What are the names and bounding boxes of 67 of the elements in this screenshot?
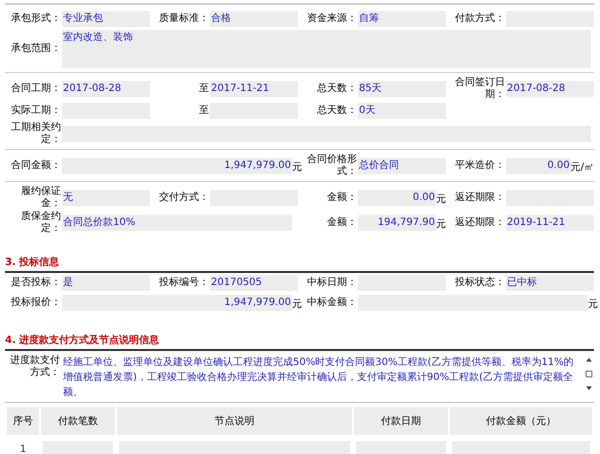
input-field[interactable]: 2019-11-21 [506,214,594,230]
table-cell-text: 1 [18,443,28,454]
input-field[interactable]: 是 [62,275,150,291]
field-label: 中标金额： [306,297,358,309]
field-label: 工期相关约定： [10,122,62,145]
amount-field[interactable]: 0.00 [358,190,436,206]
column-header: 付款日期 [354,407,448,435]
input-field[interactable]: 2017-08-28 [506,80,594,96]
column-header: 付款笔数 [41,407,115,435]
amount-field[interactable]: 1,947,979.00 [62,158,292,174]
field-label: 承包形式： [10,13,62,25]
field-label: 履约保证金： [20,186,62,209]
amount-field[interactable]: 1,947,979.00 [62,295,292,311]
field-label: 质量标准： [158,13,210,25]
amount-field[interactable]: 194,797.90 [358,214,436,230]
unit-label: 元/㎡ [570,160,594,174]
input-field[interactable]: 自筹 [358,11,446,27]
field-label: 是否投标： [10,277,62,289]
input-field[interactable]: 无 [62,190,150,206]
input-field[interactable]: 0天 [358,103,446,119]
field-label: 承包范围： [10,43,62,55]
column-header: 序号 [7,407,39,435]
field-label: 金额： [326,216,358,228]
field-label: 实际工期： [10,105,62,117]
input-field[interactable]: 专业承包 [62,11,150,27]
scrollbar-icon[interactable] [584,355,594,393]
section-title: 3. 投标信息 [5,255,594,273]
field-label: 合同价格形式： [306,154,358,177]
text-area[interactable]: 经施工单位、监理单位及建设单位确认工程进度完成50%时支付合同额30%工程款(乙方需提供等额、税率为11%的增值税普通发票)，工程竣工验收合格办理完决算并经审计确认后，支付审定额累计90%工程款(乙方需提供审定额全额、 [63,355,582,400]
field-label: 合同签订日期： [454,77,506,100]
field-label: 返还期限： [454,216,506,228]
field-label: 资金来源： [306,13,358,25]
field-label: 付款方式： [454,13,506,25]
column-header: 付款金额（元） [450,407,592,435]
input-field[interactable]: 合同总价款10% [62,214,292,230]
unit-label: 元 [436,218,446,230]
column-header: 节点说明 [117,407,352,435]
field-label: 至 [198,82,210,94]
unit-label: 元 [588,298,598,311]
section-title: 4. 进度款支付方式及节点说明信息 [5,333,594,351]
input-field[interactable]: 85天 [358,80,446,96]
field-label: 总天数： [316,105,358,117]
field-label: 平米造价： [454,160,506,172]
input-field[interactable]: 2017-11-21 [210,80,298,96]
amount-field[interactable]: 0.00 [506,158,571,174]
input-field[interactable]: 合格 [210,11,298,27]
input-field[interactable]: 已中标 [506,275,594,291]
field-label: 合同工期： [10,82,62,94]
field-label: 投标状态： [454,277,506,289]
field-label: 中标日期： [306,277,358,289]
unit-label: 元 [292,160,302,174]
field-label: 投标报价： [10,297,62,309]
text-area[interactable]: 室内改造、装饰 [62,30,591,68]
input-field[interactable]: 2017-08-28 [62,80,150,96]
field-label: 返还期限： [454,192,506,204]
field-label: 金额： [326,192,358,204]
input-field[interactable]: 20170505 [210,275,298,291]
field-label: 总天数： [316,82,358,94]
input-field[interactable]: 总价合同 [358,158,446,174]
field-label: 至 [198,105,210,117]
field-label: 投标编号： [158,277,210,289]
field-label: 合同金额： [10,160,62,172]
field-label: 交付方式： [158,192,210,204]
field-label: 质保金约定： [20,211,62,234]
field-label: 进度款支付方式： [9,355,61,380]
unit-label: 元 [292,298,302,311]
unit-label: 元 [436,192,446,206]
